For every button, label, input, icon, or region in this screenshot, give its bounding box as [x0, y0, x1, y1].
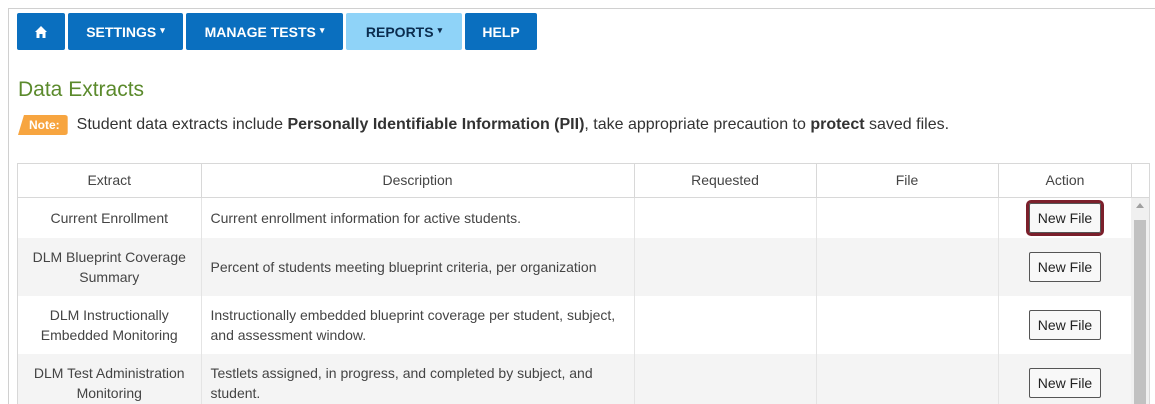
- chevron-down-icon: ▾: [160, 25, 165, 35]
- cell-file: [816, 296, 999, 354]
- table-row: Current Enrollment Current enrollment in…: [18, 197, 1133, 238]
- page-title: Data Extracts: [18, 78, 145, 101]
- extracts-table: Extract Description Requested File Actio…: [17, 163, 1150, 404]
- home-button[interactable]: [17, 13, 65, 50]
- nav-help[interactable]: HELP: [465, 13, 537, 50]
- table-row: DLM Instructionally Embedded Monitoring …: [18, 296, 1133, 354]
- cell-extract: DLM Blueprint Coverage Summary: [18, 238, 202, 296]
- nav-reports-label: REPORTS: [365, 23, 434, 40]
- header-requested[interactable]: Requested: [634, 164, 817, 198]
- header-file[interactable]: File: [816, 164, 999, 198]
- top-nav: SETTINGS ▾ MANAGE TESTS ▾ REPORTS ▾ HELP: [17, 13, 537, 50]
- nav-reports[interactable]: REPORTS ▾: [346, 13, 462, 50]
- note-text: Student data extracts include Personally…: [76, 116, 950, 133]
- cell-description: Percent of students meeting blueprint cr…: [201, 238, 635, 296]
- cell-action: New File: [998, 238, 1133, 296]
- table-row: DLM Test Administration Monitoring Testl…: [18, 354, 1133, 404]
- table-scrollbar[interactable]: [1131, 198, 1149, 404]
- cell-requested: [634, 354, 817, 404]
- cell-description: Current enrollment information for activ…: [201, 197, 635, 238]
- new-file-button[interactable]: New File: [1028, 310, 1102, 340]
- nav-manage-tests[interactable]: MANAGE TESTS ▾: [186, 13, 343, 50]
- cell-requested: [634, 238, 817, 296]
- cell-file: [816, 238, 999, 296]
- nav-help-label: HELP: [482, 23, 520, 40]
- new-file-button[interactable]: New File: [1028, 368, 1102, 398]
- cell-extract: Current Enrollment: [18, 197, 202, 238]
- scrollbar-header-spacer: [1131, 164, 1149, 198]
- pii-note: Note: Student data extracts include Pers…: [18, 115, 949, 135]
- nav-manage-tests-label: MANAGE TESTS: [204, 23, 316, 40]
- cell-action: New File: [998, 354, 1133, 404]
- scroll-up-icon[interactable]: [1136, 203, 1144, 208]
- scrollbar-thumb[interactable]: [1134, 220, 1146, 404]
- cell-file: [816, 197, 999, 238]
- cell-description: Testlets assigned, in progress, and comp…: [201, 354, 635, 404]
- new-file-button[interactable]: New File: [1025, 199, 1105, 236]
- cell-extract: DLM Instructionally Embedded Monitoring: [18, 296, 202, 354]
- header-action: Action: [998, 164, 1133, 198]
- chevron-down-icon: ▾: [437, 25, 443, 35]
- cell-requested: [634, 296, 817, 354]
- header-extract[interactable]: Extract: [18, 164, 202, 198]
- cell-description: Instructionally embedded blueprint cover…: [201, 296, 635, 354]
- chevron-down-icon: ▾: [319, 25, 325, 35]
- cell-extract: DLM Test Administration Monitoring: [18, 354, 202, 404]
- cell-file: [816, 354, 999, 404]
- new-file-button[interactable]: New File: [1028, 252, 1102, 282]
- nav-settings-label: SETTINGS: [86, 23, 157, 40]
- cell-action: New File: [998, 197, 1133, 238]
- header-description[interactable]: Description: [201, 164, 635, 198]
- note-badge: Note:: [18, 115, 68, 135]
- nav-settings[interactable]: SETTINGS ▾: [68, 13, 183, 50]
- table-header-row: Extract Description Requested File Actio…: [18, 164, 1133, 198]
- cell-requested: [634, 197, 817, 238]
- home-icon: [35, 25, 47, 38]
- cell-action: New File: [998, 296, 1133, 354]
- table-row: DLM Blueprint Coverage Summary Percent o…: [18, 238, 1133, 296]
